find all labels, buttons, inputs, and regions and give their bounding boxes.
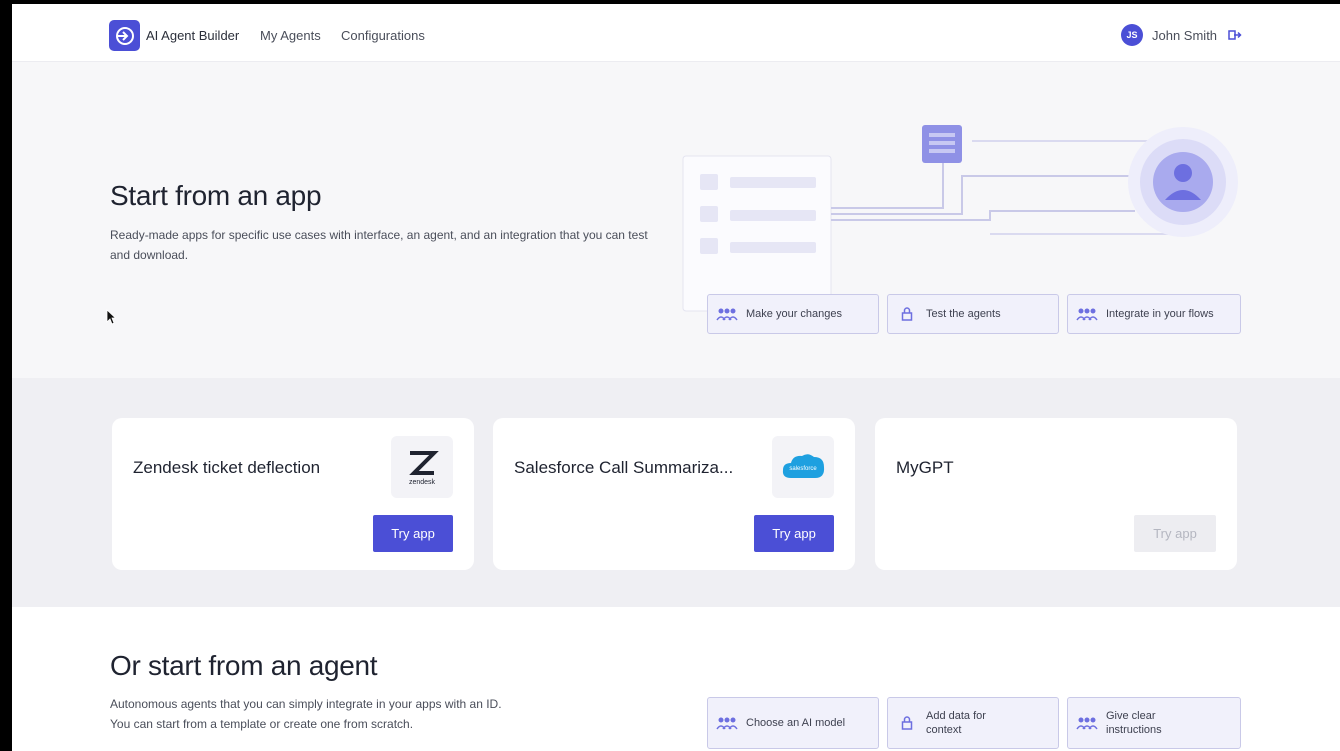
hero-description: Ready-made apps for specific use cases w… xyxy=(110,228,648,262)
users-icon xyxy=(1076,715,1098,731)
hero-pill-integrate-flows[interactable]: Integrate in your flows xyxy=(1067,294,1241,334)
salesforce-logo-icon: salesforce xyxy=(772,436,834,498)
users-icon xyxy=(716,715,738,731)
zendesk-logo-icon: zendesk xyxy=(391,436,453,498)
try-app-button-disabled[interactable]: Try app xyxy=(1134,515,1216,552)
nav-my-agents[interactable]: My Agents xyxy=(260,28,321,43)
logout-icon[interactable] xyxy=(1228,28,1242,42)
app-card-title: MyGPT xyxy=(896,458,954,477)
agent-section-description: Autonomous agents that you can simply in… xyxy=(110,697,502,731)
user-name[interactable]: John Smith xyxy=(1152,28,1217,43)
hero-title: Start from an app xyxy=(110,180,322,211)
try-app-button[interactable]: Try app xyxy=(373,515,453,552)
user-avatar[interactable]: JS xyxy=(1121,24,1143,46)
users-icon xyxy=(1076,306,1098,322)
app-card-title: Zendesk ticket deflection xyxy=(133,458,321,477)
app-card-title: Salesforce Call Summariza... xyxy=(514,458,734,477)
svg-text:salesforce: salesforce xyxy=(789,466,817,472)
top-nav-bar: AI Agent Builder My Agents Configuration… xyxy=(12,4,1340,62)
app-card-salesforce: Salesforce Call Summariza... salesforce … xyxy=(493,418,855,570)
app-window: AI Agent Builder My Agents Configuration… xyxy=(12,4,1340,751)
users-icon xyxy=(716,306,738,322)
agent-pill-choose-model[interactable]: Choose an AI model xyxy=(707,697,879,749)
agent-pill-add-data[interactable]: Add data for context xyxy=(887,697,1059,749)
app-card-zendesk: Zendesk ticket deflection zendesk Try ap… xyxy=(112,418,474,570)
app-card-mygpt: MyGPT Try app xyxy=(875,418,1237,570)
agent-pill-give-instructions[interactable]: Give clear instructions xyxy=(1067,697,1241,749)
svg-text:zendesk: zendesk xyxy=(409,479,436,486)
mouse-cursor-icon xyxy=(106,309,116,325)
brand-name[interactable]: AI Agent Builder xyxy=(146,28,239,43)
agent-section-title: Or start from an agent xyxy=(110,650,378,681)
hero-pill-test-agents[interactable]: Test the agents xyxy=(887,294,1059,334)
lock-icon xyxy=(896,715,918,731)
try-app-button[interactable]: Try app xyxy=(754,515,834,552)
lock-icon xyxy=(896,306,918,322)
app-logo-icon[interactable] xyxy=(109,20,140,51)
hero-pill-make-changes[interactable]: Make your changes xyxy=(707,294,879,334)
nav-configurations[interactable]: Configurations xyxy=(341,28,425,43)
